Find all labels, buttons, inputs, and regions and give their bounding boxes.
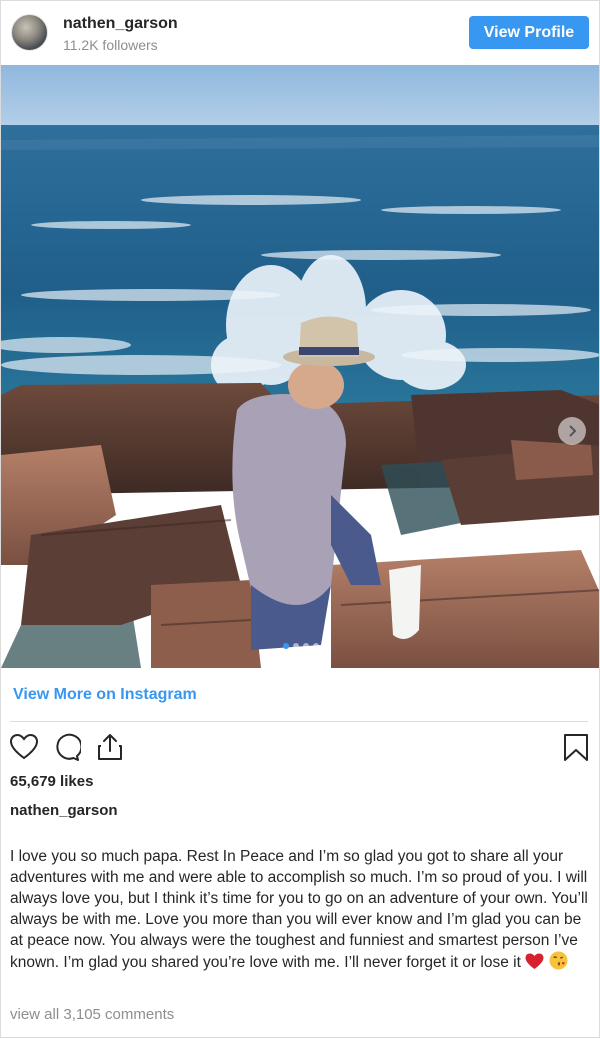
caption-text-block: I love you so much papa. Rest In Peace a… [10, 846, 592, 973]
kiss-face-emoji [548, 951, 568, 970]
caption-username[interactable]: nathen_garson [10, 802, 118, 819]
comment-icon[interactable] [51, 732, 81, 762]
carousel-dot [313, 643, 319, 649]
carousel-dot [293, 643, 299, 649]
carousel-dot [283, 643, 289, 649]
view-all-comments-link[interactable]: view all 3,105 comments [10, 1006, 174, 1023]
caption-text: I love you so much papa. Rest In Peace a… [10, 848, 588, 971]
instagram-embed-card: nathen_garson 11.2K followers View Profi… [0, 0, 600, 1038]
follower-count: 11.2K followers [63, 37, 158, 53]
divider [10, 721, 588, 722]
bookmark-icon[interactable] [561, 732, 591, 762]
heart-emoji [525, 953, 544, 970]
avatar[interactable] [11, 14, 48, 51]
like-count[interactable]: 65,679 likes [10, 773, 93, 790]
carousel-dot [303, 643, 309, 649]
chevron-right-icon [569, 425, 577, 437]
post-header: nathen_garson 11.2K followers View Profi… [1, 1, 599, 65]
header-username[interactable]: nathen_garson [63, 15, 178, 33]
carousel-next-button[interactable] [558, 417, 586, 445]
view-profile-button[interactable]: View Profile [469, 16, 589, 49]
photo-illustration [1, 65, 599, 668]
view-more-link[interactable]: View More on Instagram [13, 686, 197, 704]
heart-icon[interactable] [9, 732, 39, 762]
carousel-indicator [1, 643, 599, 649]
post-photo[interactable] [1, 65, 599, 668]
share-icon[interactable] [95, 732, 125, 762]
